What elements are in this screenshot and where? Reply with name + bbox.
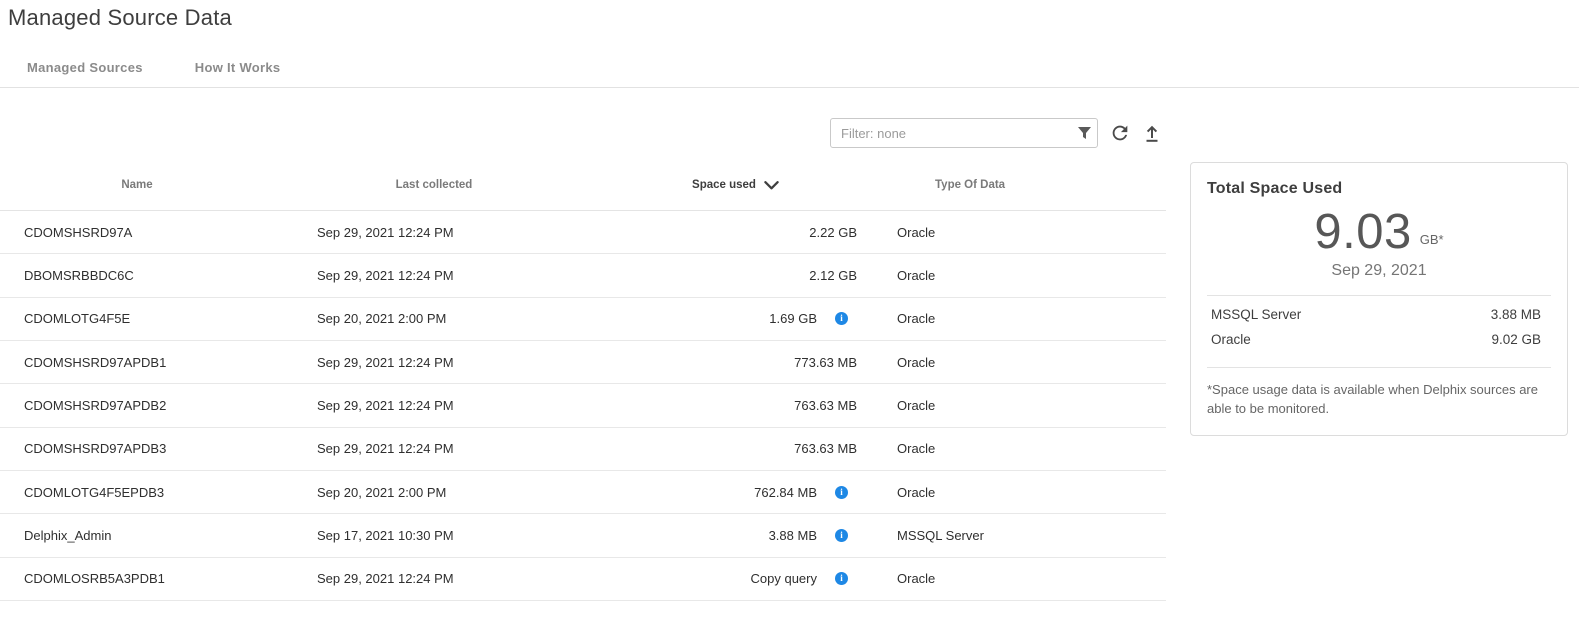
table-row[interactable]: CDOMSHSRD97A Sep 29, 2021 12:24 PM 2.22 … xyxy=(0,211,1166,254)
space-used-value: 763.63 MB xyxy=(794,398,857,413)
breakdown-label: MSSQL Server xyxy=(1211,307,1301,322)
column-header-space-used[interactable]: Space used xyxy=(594,179,877,191)
card-title: Total Space Used xyxy=(1207,180,1551,198)
data-type-value: Oracle xyxy=(877,225,1166,240)
breakdown-list: MSSQL Server 3.88 MB Oracle 9.02 GB xyxy=(1207,296,1551,352)
space-used-cell: 2.12 GB i xyxy=(594,268,877,283)
data-type-value: Oracle xyxy=(877,441,1166,456)
total-space-value: 9.03 xyxy=(1314,205,1411,259)
last-collected-value: Sep 29, 2021 12:24 PM xyxy=(274,441,594,456)
space-used-value: 2.22 GB xyxy=(809,225,857,240)
source-name: CDOMSHSRD97APDB1 xyxy=(0,355,274,370)
table-row[interactable]: CDOMSHSRD97APDB2 Sep 29, 2021 12:24 PM 7… xyxy=(0,384,1166,427)
column-header-space-used-label: Space used xyxy=(692,179,756,191)
breakdown-value: 3.88 MB xyxy=(1491,307,1547,322)
filter-input[interactable] xyxy=(831,119,1071,147)
last-collected-value: Sep 29, 2021 12:24 PM xyxy=(274,571,594,586)
filter-box xyxy=(830,118,1098,148)
total-space-unit: GB* xyxy=(1420,232,1444,247)
data-type-value: Oracle xyxy=(877,311,1166,326)
column-header-last-collected[interactable]: Last collected xyxy=(274,179,594,191)
source-name: CDOMSHSRD97APDB2 xyxy=(0,398,274,413)
sort-desc-chevron-down-icon[interactable] xyxy=(764,181,779,190)
last-collected-value: Sep 29, 2021 12:24 PM xyxy=(274,355,594,370)
card-divider-bottom xyxy=(1207,367,1551,368)
space-used-cell: 762.84 MB i xyxy=(594,485,877,500)
data-type-value: MSSQL Server xyxy=(877,528,1166,543)
space-used-value: 2.12 GB xyxy=(809,268,857,283)
data-type-value: Oracle xyxy=(877,268,1166,283)
table-header: Name Last collected Space used Type Of D… xyxy=(0,160,1166,211)
source-name: CDOMLOTG4F5E xyxy=(0,311,274,326)
table-row[interactable]: CDOMLOTG4F5EPDB3 Sep 20, 2021 2:00 PM 76… xyxy=(0,471,1166,514)
filter-funnel-icon[interactable] xyxy=(1071,119,1097,147)
last-collected-value: Sep 29, 2021 12:24 PM xyxy=(274,268,594,283)
space-used-cell: 763.63 MB i xyxy=(594,398,877,413)
space-used-value: 762.84 MB xyxy=(754,485,817,500)
managed-sources-table: Name Last collected Space used Type Of D… xyxy=(0,160,1166,601)
source-name: Delphix_Admin xyxy=(0,528,274,543)
table-row[interactable]: Delphix_Admin Sep 17, 2021 10:30 PM 3.88… xyxy=(0,514,1166,557)
tab-bar: Managed Sources How It Works xyxy=(27,60,280,75)
table-row[interactable]: CDOMSHSRD97APDB3 Sep 29, 2021 12:24 PM 7… xyxy=(0,428,1166,471)
breakdown-row: Oracle 9.02 GB xyxy=(1211,327,1547,352)
source-name: CDOMSHSRD97A xyxy=(0,225,274,240)
data-type-value: Oracle xyxy=(877,485,1166,500)
breakdown-row: MSSQL Server 3.88 MB xyxy=(1211,302,1547,327)
page-title: Managed Source Data xyxy=(8,5,232,31)
space-used-cell: 1.69 GB i xyxy=(594,311,877,326)
last-collected-value: Sep 20, 2021 2:00 PM xyxy=(274,485,594,500)
info-icon[interactable]: i xyxy=(835,529,848,542)
space-used-value: 3.88 MB xyxy=(769,528,817,543)
space-used-value: 763.63 MB xyxy=(794,441,857,456)
tab-managed-sources[interactable]: Managed Sources xyxy=(27,60,143,75)
source-name: CDOMLOSRB5A3PDB1 xyxy=(0,571,274,586)
info-icon[interactable]: i xyxy=(835,486,848,499)
last-collected-value: Sep 29, 2021 12:24 PM xyxy=(274,398,594,413)
column-header-type-of-data[interactable]: Type Of Data xyxy=(877,179,1166,191)
upload-icon xyxy=(1142,123,1162,143)
space-used-value: 773.63 MB xyxy=(794,355,857,370)
data-type-value: Oracle xyxy=(877,571,1166,586)
total-space-used-card: Total Space Used 9.03 GB* Sep 29, 2021 MS… xyxy=(1190,162,1568,436)
data-type-value: Oracle xyxy=(877,398,1166,413)
table-body: CDOMSHSRD97A Sep 29, 2021 12:24 PM 2.22 … xyxy=(0,211,1166,601)
breakdown-value: 9.02 GB xyxy=(1491,332,1547,347)
refresh-icon xyxy=(1109,122,1131,144)
tab-bar-divider xyxy=(0,87,1579,88)
breakdown-label: Oracle xyxy=(1211,332,1251,347)
last-collected-value: Sep 20, 2021 2:00 PM xyxy=(274,311,594,326)
last-collected-value: Sep 29, 2021 12:24 PM xyxy=(274,225,594,240)
total-space-date: Sep 29, 2021 xyxy=(1207,262,1551,280)
tab-how-it-works[interactable]: How It Works xyxy=(195,60,281,75)
space-used-value: 1.69 GB xyxy=(769,311,817,326)
last-collected-value: Sep 17, 2021 10:30 PM xyxy=(274,528,594,543)
space-used-cell: 3.88 MB i xyxy=(594,528,877,543)
data-type-value: Oracle xyxy=(877,355,1166,370)
source-name: CDOMSHSRD97APDB3 xyxy=(0,441,274,456)
space-used-cell: 2.22 GB i xyxy=(594,225,877,240)
info-icon[interactable]: i xyxy=(835,312,848,325)
info-icon[interactable]: i xyxy=(835,572,848,585)
space-used-value: Copy query xyxy=(751,571,817,586)
table-row[interactable]: CDOMSHSRD97APDB1 Sep 29, 2021 12:24 PM 7… xyxy=(0,341,1166,384)
export-button[interactable] xyxy=(1138,119,1166,147)
refresh-button[interactable] xyxy=(1106,119,1134,147)
space-used-cell: 773.63 MB i xyxy=(594,355,877,370)
card-footnote: *Space usage data is available when Delp… xyxy=(1207,381,1541,419)
total-space-figure: 9.03 GB* xyxy=(1207,204,1551,260)
space-used-cell: 763.63 MB i xyxy=(594,441,877,456)
table-row[interactable]: CDOMLOTG4F5E Sep 20, 2021 2:00 PM 1.69 G… xyxy=(0,298,1166,341)
source-name: DBOMSRBBDC6C xyxy=(0,268,274,283)
source-name: CDOMLOTG4F5EPDB3 xyxy=(0,485,274,500)
table-row[interactable]: DBOMSRBBDC6C Sep 29, 2021 12:24 PM 2.12 … xyxy=(0,254,1166,297)
column-header-name[interactable]: Name xyxy=(0,179,274,191)
table-row[interactable]: CDOMLOSRB5A3PDB1 Sep 29, 2021 12:24 PM C… xyxy=(0,558,1166,601)
space-used-cell: Copy query i xyxy=(594,571,877,586)
